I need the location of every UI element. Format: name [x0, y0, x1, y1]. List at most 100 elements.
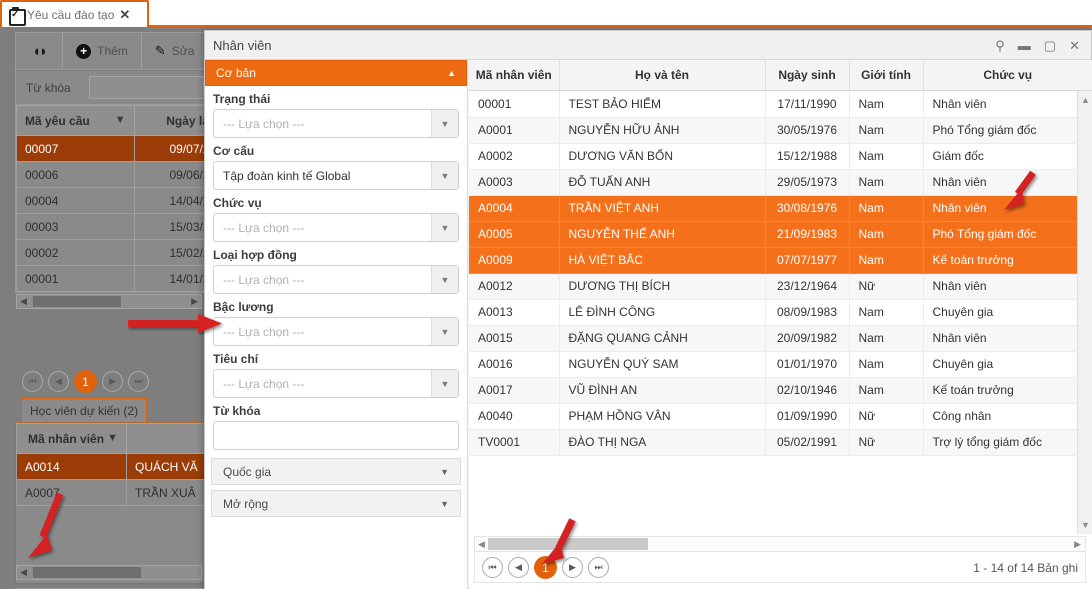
table-row[interactable]: A0001 NGUYỄN HỮU ẢNH 30/05/1976 Nam Phó Tổng…	[469, 117, 1092, 144]
minimize-icon[interactable]: ▬	[1018, 39, 1031, 52]
pager-next-button[interactable]: ▶	[562, 557, 583, 578]
select-0[interactable]: --- Lựa chọn --- ▼	[213, 109, 459, 138]
employee-table-vscrollbar[interactable]: ▲ ▼	[1077, 91, 1092, 534]
table-row[interactable]: A0016 NGUYỄN QUÝ SAM 01/01/1970 Nam Chuyên g…	[469, 351, 1092, 378]
table-row[interactable]: 00001 TEST BẢO HIỂM 17/11/1990 Nam Nhân viên	[469, 91, 1092, 118]
scroll-down-icon[interactable]: ▼	[1078, 517, 1092, 533]
col-chuc-vu[interactable]: Chức vụ	[923, 60, 1092, 90]
cell-code: A0016	[469, 351, 560, 378]
select-2[interactable]: --- Lựa chọn --- ▼	[213, 213, 459, 242]
pager-last-button[interactable]: ⏭	[588, 557, 609, 578]
pager-next-button[interactable]: ▶	[102, 371, 123, 392]
pin-icon[interactable]: ⚲	[995, 39, 1005, 52]
employee-table-hscrollbar[interactable]: ◀ ▶	[474, 536, 1086, 552]
table-row[interactable]: A0004 TRẦN VIỆT ANH 30/08/1976 Nam Nhân viên	[469, 195, 1092, 222]
select-5[interactable]: --- Lựa chọn --- ▼	[213, 369, 459, 398]
table-row[interactable]: A0017 VŨ ĐÌNH AN 02/10/1946 Nam Kế toán trưở…	[469, 377, 1092, 404]
table-row[interactable]: A0003 ĐỖ TUẤN ANH 29/05/1973 Nam Nhân viên	[469, 169, 1092, 196]
scroll-left-icon[interactable]: ◀	[478, 537, 485, 551]
search-button[interactable]: ◖◗	[16, 33, 64, 69]
request-grid-hscrollbar[interactable]: ◀ ▶	[16, 294, 202, 309]
col-ma-nhan-vien[interactable]: Mã nhân viên	[469, 60, 560, 90]
pager-prev-button[interactable]: ◀	[508, 557, 529, 578]
chevron-down-icon[interactable]: ▼	[431, 370, 458, 397]
filter-icon[interactable]: ▼	[107, 432, 118, 444]
filter-icon[interactable]: ▼	[115, 114, 126, 126]
col-label: Mã yêu cầu	[25, 113, 90, 128]
table-row[interactable]: TV0001 ĐÀO THỊ NGA 05/02/1991 Nữ Trợ lý tổng…	[469, 429, 1092, 456]
scroll-right-icon[interactable]: ▶	[191, 296, 198, 307]
table-row[interactable]: A0009 HÀ VIỆT BẮC 07/07/1977 Nam Kế toán trư…	[469, 247, 1092, 274]
select-1[interactable]: Tập đoàn kinh tế Global ▼	[213, 161, 459, 190]
field-label: Tiêu chí	[213, 352, 259, 366]
select-3[interactable]: --- Lựa chọn --- ▼	[213, 265, 459, 294]
scroll-left-icon[interactable]: ◀	[20, 567, 27, 578]
chevron-down-icon[interactable]: ▼	[431, 266, 458, 293]
dialog-title: Nhân viên	[213, 37, 272, 53]
add-button[interactable]: + Thêm	[63, 33, 142, 69]
maximize-icon[interactable]: ▢	[1044, 39, 1056, 52]
trainee-grid-hscrollbar[interactable]: ◀	[16, 565, 202, 580]
cell-code: 00003	[16, 213, 135, 240]
cell-position: Công nhân	[923, 403, 1092, 430]
chevron-down-icon[interactable]: ▼	[431, 110, 458, 137]
cell-code: A0017	[469, 377, 560, 404]
cell-position: Kế toán trưởng	[923, 247, 1092, 274]
chevron-down-icon[interactable]: ▼	[431, 162, 458, 189]
accordion-co-ban[interactable]: Cơ bản ▲	[205, 60, 467, 86]
cell-code: A0015	[469, 325, 560, 352]
keyword-input[interactable]	[213, 421, 459, 450]
pager-first-button[interactable]: ⏮	[22, 371, 43, 392]
pager-current-page[interactable]: 1	[534, 556, 557, 579]
table-row[interactable]: A0013 LÊ ĐÌNH CÔNG 08/09/1983 Nam Chuyên gia	[469, 299, 1092, 326]
close-icon[interactable]: ✕	[1069, 39, 1080, 52]
table-row[interactable]: A0015 ĐẶNG QUANG CẢNH 20/09/1982 Nam Nhân vi…	[469, 325, 1092, 352]
tab-label: Yêu cầu đào tạo	[27, 7, 115, 22]
table-row[interactable]: A0005 NGUYỄN THẾ ANH 21/09/1983 Nam Phó Tổng…	[469, 221, 1092, 248]
pager-prev-button[interactable]: ◀	[48, 371, 69, 392]
tab-yeu-cau-dao-tao[interactable]: Yêu cầu đào tạo ✕	[0, 0, 149, 27]
pager-current-page[interactable]: 1	[74, 370, 97, 393]
scroll-thumb[interactable]	[33, 567, 141, 578]
select-value: --- Lựa chọn ---	[223, 220, 305, 235]
col-gioi-tinh[interactable]: Giới tính	[849, 60, 924, 90]
table-row[interactable]: A0002 DƯƠNG VĂN BỔN 15/12/1988 Nam Giám đốc	[469, 143, 1092, 170]
keyword-input[interactable]	[88, 76, 204, 99]
field-label: Từ khóa	[213, 404, 261, 418]
table-row[interactable]: A0040 PHẠM HỒNG VÂN 01/09/1990 Nữ Công nhân	[469, 403, 1092, 430]
scroll-right-icon[interactable]: ▶	[1074, 537, 1081, 551]
chevron-up-icon: ▲	[447, 68, 456, 78]
select-4[interactable]: --- Lựa chọn --- ▼	[213, 317, 459, 346]
sub-tab-hoc-vien[interactable]: Học viên dự kiến (2)	[21, 398, 148, 422]
pager-last-button[interactable]: ⏭	[128, 371, 149, 392]
scroll-thumb[interactable]	[33, 296, 121, 307]
scroll-thumb[interactable]	[488, 538, 648, 550]
cell-position: Giám đốc	[923, 143, 1092, 170]
cell-position: Kế toán trưởng	[923, 377, 1092, 404]
table-row[interactable]: A0012 DƯƠNG THỊ BÍCH 23/12/1964 Nữ Nhân viên	[469, 273, 1092, 300]
cell-code: A0009	[469, 247, 560, 274]
scroll-up-icon[interactable]: ▲	[1078, 92, 1092, 108]
col-ma-nhan-vien[interactable]: Mã nhân viên ▼	[16, 423, 127, 454]
scroll-left-icon[interactable]: ◀	[20, 296, 27, 307]
cell-name: LÊ ĐÌNH CÔNG	[559, 299, 766, 326]
accordion-label: Mở rộng	[223, 496, 269, 511]
cell-code: 00001	[469, 91, 560, 118]
filter-field-group: Bậc lương --- Lựa chọn --- ▼	[205, 294, 467, 346]
accordion-section-1[interactable]: Mở rộng ▼	[211, 490, 461, 517]
col-ho-va-ten[interactable]: Họ và tên	[559, 60, 766, 90]
cell-dob: 15/12/1988	[765, 143, 850, 170]
cell-name: ĐÀO THỊ NGA	[559, 429, 766, 456]
close-icon[interactable]: ✕	[119, 8, 130, 21]
cell-gender: Nam	[849, 143, 924, 170]
col-ngay-sinh[interactable]: Ngày sinh	[765, 60, 850, 90]
accordion-label: Cơ bản	[216, 66, 256, 80]
col-ma-yeu-cau[interactable]: Mã yêu cầu ▼	[16, 105, 135, 136]
chevron-down-icon[interactable]: ▼	[431, 214, 458, 241]
edit-button[interactable]: ✎ Sửa	[142, 33, 209, 69]
field-label: Trạng thái	[213, 92, 271, 106]
cell-code: 00002	[16, 239, 135, 266]
pager-first-button[interactable]: ⏮	[482, 557, 503, 578]
accordion-section-0[interactable]: Quốc gia ▼	[211, 458, 461, 485]
chevron-down-icon[interactable]: ▼	[431, 318, 458, 345]
